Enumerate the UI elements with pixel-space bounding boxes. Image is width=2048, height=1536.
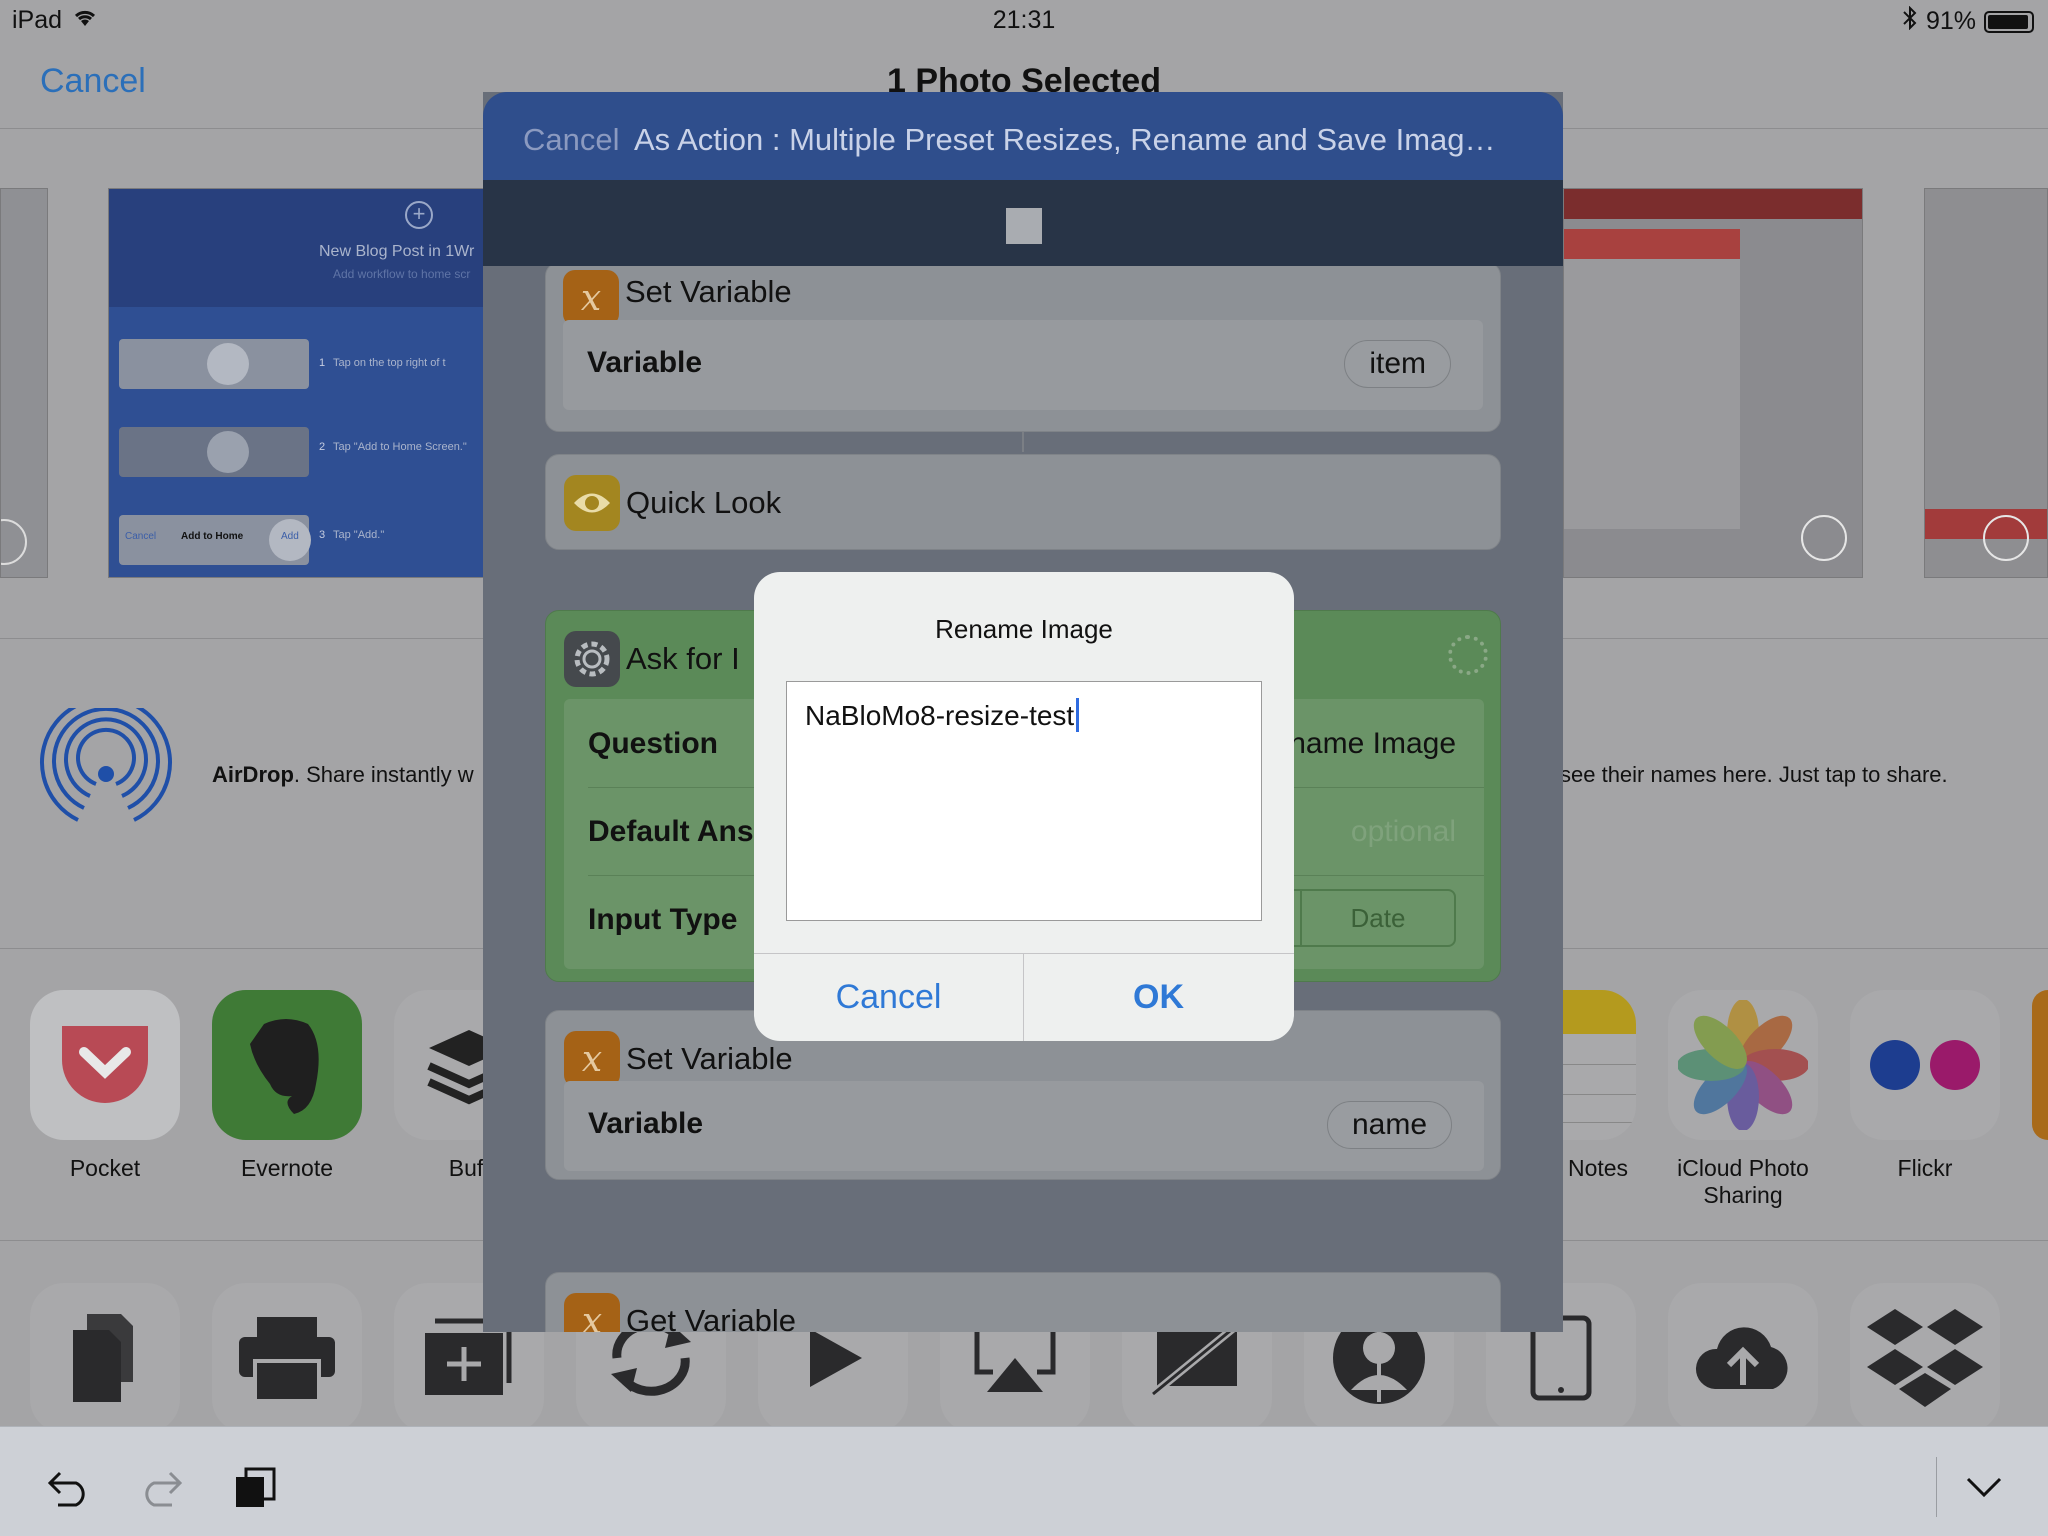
- connector: [1022, 432, 1024, 452]
- undo-icon[interactable]: [46, 1467, 92, 1512]
- thumb-step-image: Cancel Add to Home Add: [119, 515, 311, 565]
- stop-icon[interactable]: [1006, 208, 1042, 244]
- thumb-add-to-home: Add to Home: [181, 531, 244, 542]
- share-icon: [207, 343, 249, 385]
- card-title: Get Variable: [626, 1303, 797, 1332]
- variable-name-pill[interactable]: item: [1344, 340, 1451, 388]
- field-label: Default Ans: [588, 815, 754, 848]
- rename-image-dialog: Rename Image NaBloMo8-resize-test Cancel…: [754, 572, 1294, 1041]
- thumb-subtitle: Add workflow to home scr: [333, 267, 471, 281]
- airdrop-icon: [38, 696, 174, 843]
- flickr-blue-dot: [1870, 1040, 1920, 1090]
- step-number: 1: [319, 357, 326, 369]
- app-label: Pocket: [69, 1155, 141, 1181]
- battery-icon: [1984, 10, 2034, 33]
- step-text: Tap on the top right of t: [333, 357, 446, 369]
- app-label: Flickr: [1897, 1155, 1953, 1181]
- photo-thumbnail-selected[interactable]: + New Blog Post in 1Wr Add workflow to h…: [108, 188, 484, 578]
- dialog-title: Rename Image: [935, 614, 1113, 644]
- copy-icon[interactable]: [30, 1283, 180, 1433]
- field-label: Variable: [588, 1107, 704, 1140]
- x-variable-icon: x: [564, 1293, 620, 1332]
- chevron-down-icon[interactable]: [1964, 1475, 2004, 1504]
- plus-circle-icon: +: [405, 201, 433, 229]
- status-bar: iPad 21:31 91%: [0, 0, 2048, 40]
- thumb-title: New Blog Post in 1Wr: [319, 243, 475, 260]
- get-variable-card[interactable]: x Get Variable: [545, 1272, 1501, 1332]
- select-circle-icon[interactable]: [1983, 515, 2029, 561]
- field-label: Question: [588, 727, 719, 760]
- redo-icon[interactable]: [138, 1467, 184, 1512]
- quick-look-card[interactable]: Quick Look: [545, 454, 1501, 550]
- card-title: Quick Look: [626, 485, 782, 520]
- card-title: Ask for I: [626, 641, 740, 676]
- print-icon[interactable]: [212, 1283, 362, 1433]
- rename-text-input[interactable]: NaBloMo8-resize-test: [786, 681, 1262, 921]
- app-label: iCloud Photo Sharing: [1677, 1155, 1809, 1208]
- photo-thumbnail[interactable]: [1563, 188, 1863, 578]
- airdrop-description: AirDrop. Share instantly w: [212, 762, 474, 788]
- spinner-icon: [1448, 635, 1488, 675]
- thumb-panel-header: [1564, 229, 1740, 259]
- thumb-panel: [1564, 229, 1740, 529]
- thumb-cancel: Cancel: [125, 531, 157, 542]
- pocket-app-icon[interactable]: [30, 990, 180, 1140]
- workflow-title: As Action : Multiple Preset Resizes, Ren…: [634, 122, 1496, 157]
- thumb-add: Add: [281, 531, 299, 542]
- step-text: Tap "Add.": [333, 529, 385, 541]
- status-time: 21:31: [992, 6, 1056, 34]
- x-variable-icon: x: [563, 270, 619, 326]
- add-icon: [207, 431, 249, 473]
- dialog-ok-button[interactable]: OK: [1024, 954, 1293, 1041]
- card-title: Set Variable: [625, 274, 792, 309]
- workflow-cancel-button[interactable]: Cancel: [523, 122, 620, 158]
- eye-icon: [564, 475, 620, 531]
- cloud-upload-icon[interactable]: [1668, 1283, 1818, 1433]
- thumb-header: [1564, 189, 1862, 219]
- field-label: Input Type: [588, 903, 738, 936]
- divider: [1936, 1457, 1937, 1517]
- step-number: 3: [319, 529, 326, 541]
- flickr-app-icon[interactable]: [1850, 990, 2000, 1140]
- select-circle-icon[interactable]: [1, 519, 27, 565]
- app-label: Evernote: [240, 1155, 334, 1181]
- thumb-step-image: [119, 427, 309, 477]
- battery-percent: 91%: [1925, 7, 1976, 35]
- step-number: 2: [319, 441, 326, 453]
- evernote-app-icon[interactable]: [212, 990, 362, 1140]
- x-variable-icon: x: [564, 1031, 620, 1087]
- variable-name-pill[interactable]: name: [1326, 1101, 1452, 1149]
- segment-date[interactable]: Date: [1302, 891, 1454, 945]
- status-right: 91%: [1902, 5, 2034, 37]
- paste-icon[interactable]: [234, 1467, 276, 1514]
- dialog-cancel-button[interactable]: Cancel: [754, 954, 1023, 1041]
- airdrop-text-right: see their names here. Just tap to share.: [1560, 762, 1948, 787]
- card-title: Set Variable: [626, 1041, 793, 1076]
- photo-thumbnail[interactable]: [0, 188, 48, 578]
- variable-field[interactable]: Variable name: [564, 1081, 1484, 1171]
- app-icon-partial[interactable]: [2032, 990, 2048, 1140]
- field-label: Variable: [587, 346, 703, 379]
- step-text: Tap "Add to Home Screen.": [333, 441, 467, 453]
- dropbox-icon[interactable]: [1850, 1283, 2000, 1433]
- variable-field[interactable]: Variable item: [563, 320, 1483, 410]
- text-caret: [1076, 698, 1080, 732]
- photo-thumbnail[interactable]: [1924, 188, 2048, 578]
- keyboard-shortcut-bar: [0, 1426, 2048, 1536]
- icloud-photo-sharing-icon[interactable]: [1668, 990, 1818, 1140]
- gear-icon: [564, 631, 620, 687]
- thumb-header: + New Blog Post in 1Wr Add workflow to h…: [109, 189, 483, 307]
- workflow-header: Cancel As Action : Multiple Preset Resiz…: [483, 92, 1563, 180]
- airdrop-name: AirDrop: [212, 762, 294, 787]
- airdrop-text-left: . Share instantly w: [293, 762, 474, 787]
- default-answer-field[interactable]: optional: [1351, 815, 1456, 849]
- flickr-pink-dot: [1930, 1040, 1980, 1090]
- thumb-step-image: [119, 339, 309, 389]
- select-circle-icon[interactable]: [1801, 515, 1847, 561]
- bluetooth-icon: [1902, 5, 1918, 37]
